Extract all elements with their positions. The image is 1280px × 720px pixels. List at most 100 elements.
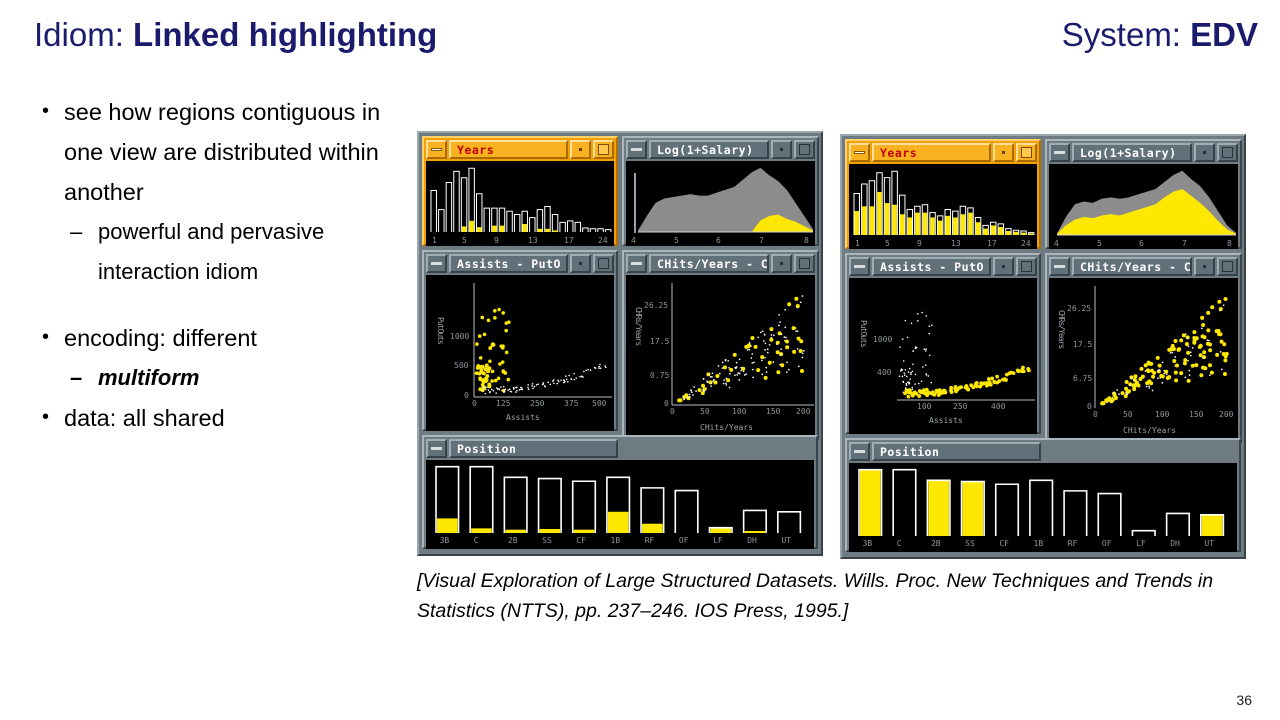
minimize-icon[interactable] <box>849 442 870 461</box>
minimize-icon[interactable] <box>426 140 447 159</box>
restore-icon[interactable] <box>993 257 1014 276</box>
x-tick: 6 <box>716 236 721 245</box>
x-tick: 400 <box>991 402 1006 411</box>
window-title-salary-right: Log(1+Salary) <box>1072 143 1192 162</box>
titlebar-salary-right[interactable]: Log(1+Salary) <box>1049 143 1238 162</box>
assists-putouts-scatter-right <box>897 311 1035 401</box>
chart-years-left[interactable]: 1 5 9 13 17 24 <box>426 161 614 246</box>
y-tick: 500 <box>454 361 469 370</box>
chart-chits-right[interactable]: CHRs/Years 26.25 17.5 6.75 0 0 50 100 15… <box>1049 278 1238 443</box>
x-tick: 100 <box>732 407 747 416</box>
chart-assists-right[interactable]: PutOuts 1000 400 100 250 400 Assists <box>849 278 1037 434</box>
x-tick: 8 <box>1227 239 1232 248</box>
restore-icon[interactable] <box>993 143 1014 162</box>
page-title-prefix: Idiom: <box>34 16 134 53</box>
minimize-icon[interactable] <box>849 257 870 276</box>
chart-position-right[interactable]: 3B C 2B SS CF 1B RF OF LF DH UT <box>849 463 1237 552</box>
position-category-label: RF <box>1067 539 1078 548</box>
maximize-icon[interactable] <box>593 254 614 273</box>
restore-icon[interactable] <box>1194 143 1215 162</box>
y-tick: 0 <box>664 399 669 408</box>
x-tick: 0 <box>670 407 675 416</box>
maximize-icon[interactable] <box>1016 257 1037 276</box>
x-tick: 250 <box>530 399 545 408</box>
window-title-assists-right: Assists - PutO <box>872 257 991 276</box>
maximize-icon[interactable] <box>593 140 614 159</box>
window-chits-left[interactable]: CHits/Years - C CHRs/Years 26.25 17.5 0.… <box>622 250 819 440</box>
window-salary-left[interactable]: Log(1+Salary) 4 5 6 7 8 <box>622 136 819 246</box>
titlebar-position-left[interactable]: Position <box>426 439 618 458</box>
window-years-left[interactable]: Years 1 5 9 13 17 24 <box>422 136 618 246</box>
minimize-icon[interactable] <box>426 439 447 458</box>
titlebar-years-left[interactable]: Years <box>426 140 614 159</box>
window-title-salary-left: Log(1+Salary) <box>649 140 769 159</box>
restore-icon[interactable] <box>570 140 591 159</box>
restore-icon[interactable] <box>771 140 792 159</box>
window-assists-left[interactable]: Assists - PutO PutOuts 1000 500 0 0 125 … <box>422 250 618 431</box>
minimize-icon[interactable] <box>426 254 447 273</box>
chart-salary-right[interactable]: 4 5 6 7 8 <box>1049 164 1238 249</box>
chart-assists-left[interactable]: PutOuts 1000 500 0 0 125 250 375 500 Ass… <box>426 275 614 431</box>
maximize-icon[interactable] <box>1217 257 1238 276</box>
position-category-label: DH <box>747 536 757 545</box>
titlebar-years-right[interactable]: Years <box>849 143 1037 162</box>
maximize-icon[interactable] <box>794 140 815 159</box>
restore-icon[interactable] <box>570 254 591 273</box>
system-label-emphasis: EDV <box>1190 16 1258 53</box>
assists-putouts-scatter-left <box>473 283 612 398</box>
minimize-icon[interactable] <box>1049 257 1070 276</box>
x-tick: 13 <box>951 239 961 248</box>
x-tick: 200 <box>796 407 811 416</box>
titlebar-position-right[interactable]: Position <box>849 442 1041 461</box>
y-tick: 26.25 <box>1067 304 1092 313</box>
x-tick: 4 <box>631 236 636 245</box>
x-tick: 250 <box>953 402 968 411</box>
chart-chits-left[interactable]: CHRs/Years 26.25 17.5 0.75 0 0 50 100 15… <box>626 275 815 440</box>
window-position-right[interactable]: Position 3B C 2B SS CF 1B RF OF LF DH UT <box>845 438 1241 552</box>
chart-years-right[interactable]: 1 5 9 13 17 24 <box>849 164 1037 249</box>
chart-position-left[interactable]: 3B C 2B SS CF 1B RF OF LF DH UT <box>426 460 814 549</box>
position-category-label: CF <box>576 536 586 545</box>
position-category-label: SS <box>965 539 975 548</box>
position-category-label: SS <box>542 536 552 545</box>
restore-icon[interactable] <box>771 254 792 273</box>
position-category-label: 2B <box>930 539 941 548</box>
position-category-label: 1B <box>610 536 621 545</box>
x-tick: 50 <box>700 407 710 416</box>
titlebar-salary-left[interactable]: Log(1+Salary) <box>626 140 815 159</box>
x-tick: 7 <box>1182 239 1187 248</box>
y-tick: 1000 <box>873 335 893 344</box>
page-title: Idiom: Linked highlighting <box>34 16 437 54</box>
years-histogram-right <box>853 170 1035 235</box>
restore-icon[interactable] <box>1194 257 1215 276</box>
minimize-icon[interactable] <box>1049 143 1070 162</box>
x-tick: 1 <box>855 239 860 248</box>
y-tick: 17.5 <box>1073 340 1093 349</box>
minimize-icon[interactable] <box>849 143 870 162</box>
x-tick: 500 <box>592 399 607 408</box>
window-title-assists-left: Assists - PutO <box>449 254 568 273</box>
position-category-label: UT <box>781 536 792 545</box>
maximize-icon[interactable] <box>1217 143 1238 162</box>
titlebar-chits-right[interactable]: CHits/Years - C <box>1049 257 1238 276</box>
window-salary-right[interactable]: Log(1+Salary) 4 5 6 7 8 <box>1045 139 1242 249</box>
titlebar-assists-left[interactable]: Assists - PutO <box>426 254 614 273</box>
window-title-position-left: Position <box>449 439 618 458</box>
chart-salary-left[interactable]: 4 5 6 7 8 <box>626 161 815 246</box>
y-tick: 26.25 <box>644 301 669 310</box>
window-position-left[interactable]: Position 3B C 2B SS CF 1B RF OF LF DH UT <box>422 435 818 549</box>
maximize-icon[interactable] <box>794 254 815 273</box>
position-category-label: 3B <box>862 539 873 548</box>
minimize-icon[interactable] <box>626 254 647 273</box>
y-tick: 0 <box>464 391 469 400</box>
position-category-label: C <box>896 539 902 548</box>
x-axis-label: Assists <box>929 416 963 425</box>
window-title-years-left: Years <box>449 140 568 159</box>
window-chits-right[interactable]: CHits/Years - C CHRs/Years 26.25 17.5 6.… <box>1045 253 1242 443</box>
window-assists-right[interactable]: Assists - PutO PutOuts 1000 400 100 250 … <box>845 253 1041 434</box>
titlebar-assists-right[interactable]: Assists - PutO <box>849 257 1037 276</box>
minimize-icon[interactable] <box>626 140 647 159</box>
maximize-icon[interactable] <box>1016 143 1037 162</box>
window-years-right[interactable]: Years 1 5 9 13 17 24 <box>845 139 1041 249</box>
titlebar-chits-left[interactable]: CHits/Years - C <box>626 254 815 273</box>
